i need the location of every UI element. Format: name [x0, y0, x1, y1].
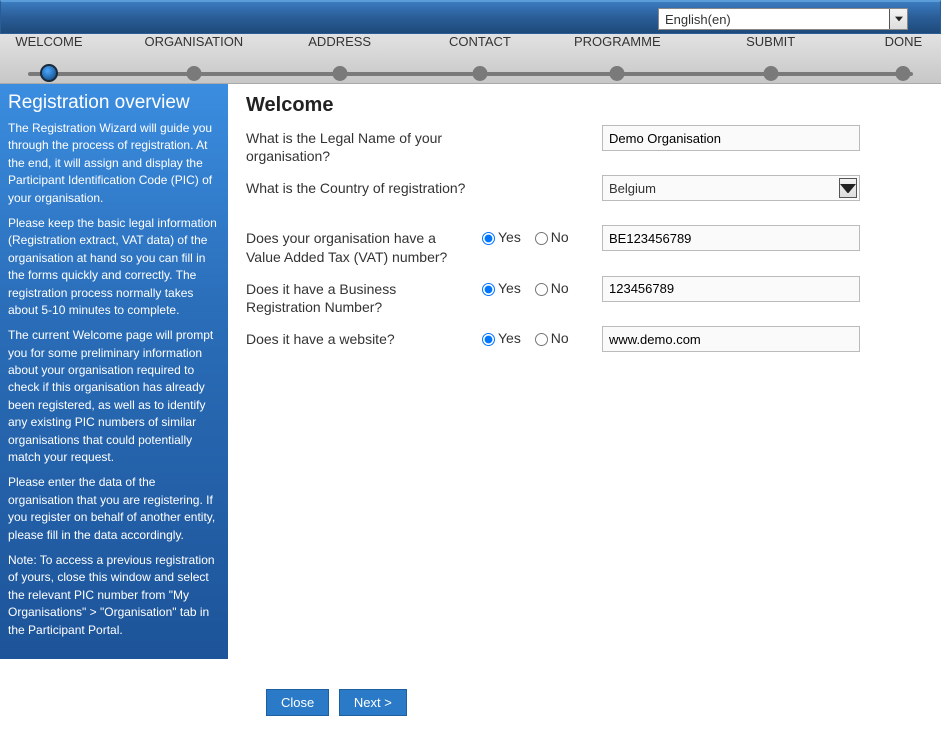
sidebar-text: The current Welcome page will prompt you… — [8, 327, 220, 466]
step-label-contact[interactable]: CONTACT — [449, 34, 511, 49]
wizard-steps: WELCOME ORGANISATION ADDRESS CONTACT PROGRAM… — [0, 34, 941, 84]
chevron-down-icon[interactable] — [839, 178, 857, 198]
website-no-radio[interactable]: No — [535, 330, 569, 346]
header-bar: English(en) — [0, 0, 941, 34]
country-select[interactable]: Belgium — [602, 175, 860, 201]
label-legal-name: What is the Legal Name of your organisat… — [246, 125, 482, 165]
step-label-address[interactable]: ADDRESS — [308, 34, 371, 49]
next-button[interactable]: Next > — [339, 689, 407, 716]
step-dot-organisation[interactable] — [186, 66, 201, 81]
sidebar-text: Note: To access a previous registration … — [8, 552, 220, 639]
main-panel: Welcome What is the Legal Name of your o… — [228, 84, 941, 376]
sidebar-heading: Registration overview — [8, 92, 220, 114]
label-website: Does it have a website? — [246, 326, 482, 348]
button-bar: Close Next > — [228, 679, 941, 730]
label-country: What is the Country of registration? — [246, 175, 482, 197]
close-button[interactable]: Close — [266, 689, 329, 716]
language-value: English(en) — [665, 12, 731, 27]
step-dot-submit[interactable] — [763, 66, 778, 81]
step-label-programme[interactable]: PROGRAMME — [574, 34, 661, 49]
sidebar-text: The Registration Wizard will guide you t… — [8, 120, 220, 207]
step-label-submit[interactable]: SUBMIT — [746, 34, 795, 49]
legal-name-input[interactable] — [602, 125, 860, 151]
step-dot-welcome[interactable] — [40, 64, 58, 82]
step-line — [28, 72, 913, 76]
chevron-down-icon[interactable] — [889, 9, 907, 29]
brn-input[interactable] — [602, 276, 860, 302]
step-dot-programme[interactable] — [610, 66, 625, 81]
step-dot-done[interactable] — [896, 66, 911, 81]
vat-no-radio[interactable]: No — [535, 229, 569, 245]
step-label-organisation[interactable]: ORGANISATION — [144, 34, 243, 49]
vat-yes-radio[interactable]: Yes — [482, 229, 521, 245]
website-input[interactable] — [602, 326, 860, 352]
country-value: Belgium — [609, 181, 656, 196]
label-vat: Does your organisation have a Value Adde… — [246, 225, 482, 265]
step-label-welcome[interactable]: WELCOME — [15, 34, 82, 49]
sidebar: Registration overview The Registration W… — [0, 84, 228, 659]
website-yes-radio[interactable]: Yes — [482, 330, 521, 346]
brn-no-radio[interactable]: No — [535, 280, 569, 296]
page-title: Welcome — [246, 94, 923, 117]
step-dot-contact[interactable] — [472, 66, 487, 81]
step-dot-address[interactable] — [332, 66, 347, 81]
sidebar-text: Please enter the data of the organisatio… — [8, 474, 220, 544]
sidebar-text: Please keep the basic legal information … — [8, 215, 220, 319]
vat-input[interactable] — [602, 225, 860, 251]
label-brn: Does it have a Business Registration Num… — [246, 276, 482, 316]
step-label-done[interactable]: DONE — [885, 34, 923, 49]
language-select[interactable]: English(en) — [658, 8, 908, 30]
brn-yes-radio[interactable]: Yes — [482, 280, 521, 296]
